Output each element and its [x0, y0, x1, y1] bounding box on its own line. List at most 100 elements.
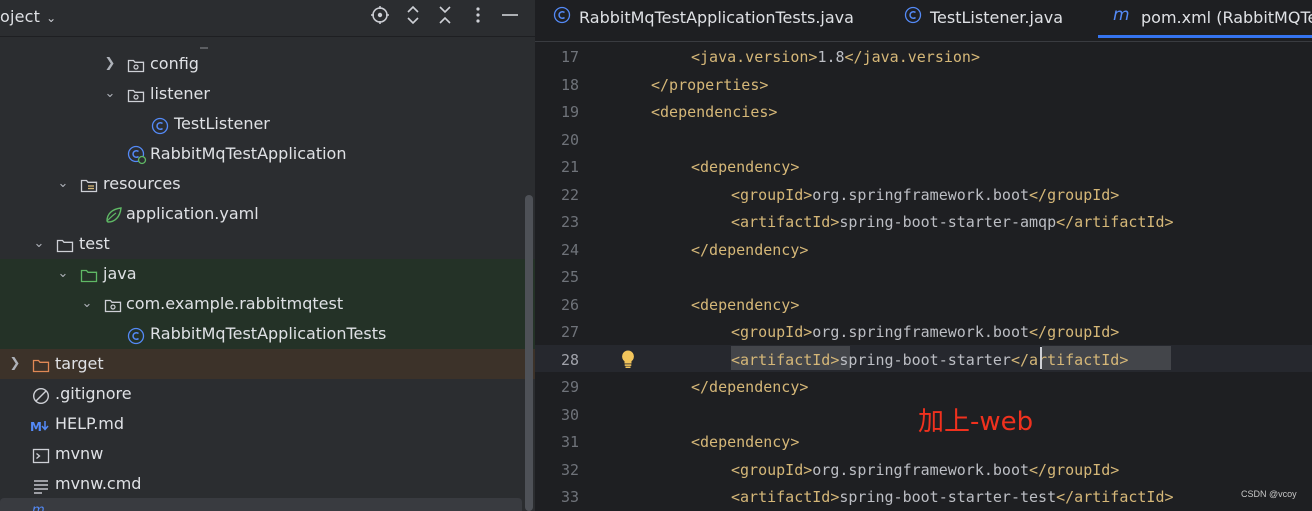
- code-line[interactable]: <artifactId>spring-boot-starter-amqp</ar…: [651, 209, 1312, 237]
- clipped-row-fragment: [198, 37, 212, 49]
- tree-item-testlistener[interactable]: TestListener: [0, 109, 535, 139]
- code-area[interactable]: <java.version>1.8</java.version> </proper…: [651, 44, 1312, 511]
- tree-item-partial[interactable]: m: [0, 498, 522, 511]
- svg-text:m: m: [32, 504, 45, 511]
- code-line[interactable]: <artifactId>spring-boot-starter-test</ar…: [651, 484, 1312, 511]
- code-line[interactable]: [651, 264, 1312, 292]
- tree-item-label: TestListener: [174, 114, 270, 133]
- line-number-gutter: 17 18 19 20 21 22 23 24 25 26 27 28 29 30 31 32 33: [535, 44, 607, 511]
- folder-icon: [56, 235, 74, 253]
- tree-item-label: target: [55, 354, 104, 373]
- code-line[interactable]: <groupId>org.springframework.boot</group…: [651, 457, 1312, 485]
- chevron-down-icon[interactable]: ⌄: [80, 289, 94, 319]
- excluded-folder-icon: [32, 355, 50, 373]
- code-line[interactable]: <dependency>: [651, 154, 1312, 182]
- text-file-icon: [32, 475, 50, 494]
- project-header: oject ⌄: [0, 0, 535, 37]
- line-number: 23: [560, 213, 579, 231]
- tree-item-label: com.example.rabbitmqtest: [126, 294, 344, 313]
- tree-item-label: HELP.md: [55, 414, 125, 433]
- tab-label: RabbitMqTestApplicationTests.java: [579, 8, 854, 27]
- tree-item-label: mvnw.cmd: [55, 474, 142, 493]
- lightbulb-icon[interactable]: [620, 349, 636, 373]
- code-line[interactable]: <artifactId>spring-boot-starter</artifac…: [651, 347, 1312, 375]
- tree-item-label: java: [103, 264, 137, 283]
- expand-all-icon[interactable]: [401, 5, 425, 29]
- tree-item-test[interactable]: ⌄ test: [0, 229, 535, 259]
- line-number: 31: [560, 433, 579, 451]
- tree-item-rabbitmqtestapplicationtests[interactable]: RabbitMqTestApplicationTests: [0, 319, 535, 349]
- tab-label: pom.xml (RabbitMQTe: [1141, 8, 1312, 27]
- tree-item-resources[interactable]: ⌄ resources: [0, 169, 535, 199]
- spring-yaml-icon: [104, 205, 122, 223]
- tree-item-listener[interactable]: ⌄ listener: [0, 79, 535, 109]
- line-number: 17: [560, 48, 579, 66]
- project-scrollbar[interactable]: [525, 195, 533, 511]
- spring-class-icon: [127, 145, 147, 165]
- line-number: 29: [560, 378, 579, 396]
- tab-testlistener[interactable]: TestListener.java: [904, 0, 1063, 40]
- text-caret: [1040, 347, 1042, 369]
- code-line[interactable]: </dependency>: [651, 237, 1312, 265]
- code-line[interactable]: </dependency>: [651, 374, 1312, 402]
- tab-rabbitmqtestapplicationtests[interactable]: RabbitMqTestApplicationTests.java: [553, 0, 854, 40]
- tree-item-label: .gitignore: [55, 384, 132, 403]
- tree-item-label: RabbitMqTestApplication: [150, 144, 347, 163]
- xml-text: org.springframework.boot: [812, 323, 1030, 341]
- tree-item-application-yaml[interactable]: application.yaml: [0, 199, 535, 229]
- tree-item-java[interactable]: ⌄ java: [0, 259, 535, 289]
- code-line[interactable]: <dependencies>: [651, 99, 1312, 127]
- hide-icon[interactable]: [498, 5, 522, 29]
- chevron-right-icon[interactable]: ❯: [8, 349, 22, 379]
- tree-item-config[interactable]: ❯ config: [0, 49, 535, 79]
- svg-text:m: m: [1113, 6, 1130, 24]
- xml-tag: <artifactId>: [731, 213, 840, 231]
- project-title: oject: [0, 7, 41, 26]
- tree-item-target[interactable]: ❯ target: [0, 349, 535, 379]
- package-folder-icon: [127, 55, 145, 73]
- tree-item-label: application.yaml: [126, 204, 259, 223]
- xml-text: org.springframework.boot: [812, 185, 1030, 204]
- xml-tag: <artifactId>: [731, 488, 840, 506]
- tree-item-gitignore[interactable]: .gitignore: [0, 379, 535, 409]
- code-line[interactable]: <java.version>1.8</java.version>: [651, 44, 1312, 72]
- chevron-down-icon[interactable]: ⌄: [56, 259, 70, 289]
- editor-pane: RabbitMqTestApplicationTests.java TestLi…: [535, 0, 1312, 511]
- xml-tag: <java.version>: [691, 48, 818, 66]
- chevron-down-icon[interactable]: ⌄: [103, 79, 117, 109]
- xml-tag: </groupId>: [1029, 323, 1120, 341]
- chevron-down-icon[interactable]: ⌄: [56, 169, 70, 199]
- tab-label: TestListener.java: [930, 8, 1064, 27]
- tree-item-com-example-rabbitmqtest[interactable]: ⌄ com.example.rabbitmqtest: [0, 289, 535, 319]
- collapse-all-icon[interactable]: [433, 5, 457, 29]
- chevron-right-icon[interactable]: ❯: [103, 49, 117, 79]
- maven-icon: m: [1113, 1, 1133, 37]
- class-icon: [904, 1, 922, 37]
- tree-item-mvnw[interactable]: mvnw: [0, 439, 535, 469]
- resources-folder-icon: [80, 175, 98, 193]
- line-number: 26: [560, 295, 579, 314]
- project-view-selector[interactable]: oject ⌄: [0, 7, 56, 26]
- line-number: 27: [560, 323, 579, 341]
- code-line[interactable]: <groupId>org.springframework.boot</group…: [651, 319, 1312, 347]
- xml-tag: <dependencies>: [651, 103, 778, 121]
- tree-item-mvnw-cmd[interactable]: mvnw.cmd: [0, 469, 535, 499]
- package-folder-icon: [127, 85, 145, 103]
- tree-item-label: test: [79, 234, 110, 253]
- code-line[interactable]: [651, 127, 1312, 155]
- tree-item-help-md[interactable]: M HELP.md: [0, 409, 535, 439]
- tree-item-label: listener: [150, 84, 210, 103]
- chevron-down-icon[interactable]: ⌄: [32, 229, 46, 259]
- watermark: CSDN @vcoy: [1241, 489, 1297, 499]
- xml-tag: </dependency>: [691, 378, 809, 396]
- code-line[interactable]: </properties>: [651, 72, 1312, 100]
- code-line[interactable]: <dependency>: [651, 292, 1312, 320]
- code-line[interactable]: <groupId>org.springframework.boot</group…: [651, 182, 1312, 210]
- editor-tabs: RabbitMqTestApplicationTests.java TestLi…: [535, 0, 1312, 42]
- more-options-icon[interactable]: [466, 5, 490, 29]
- tab-pom-xml[interactable]: m pom.xml (RabbitMQTe: [1098, 0, 1312, 38]
- line-number: 20: [560, 130, 579, 149]
- locate-icon[interactable]: [368, 5, 392, 29]
- xml-text: org.springframework.boot: [812, 460, 1030, 479]
- tree-item-rabbitmqtestapplication[interactable]: RabbitMqTestApplication: [0, 139, 535, 169]
